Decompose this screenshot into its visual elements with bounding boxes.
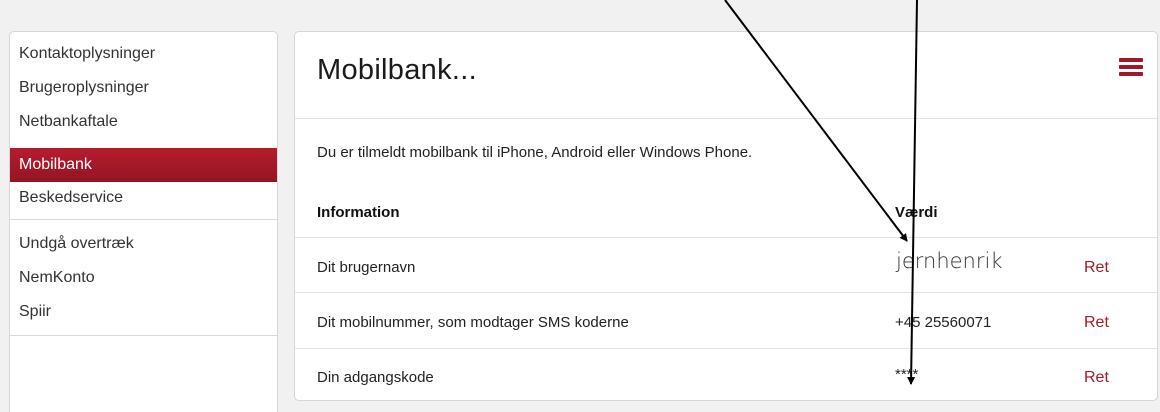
table-divider: [295, 292, 1157, 293]
table-divider: [295, 348, 1157, 349]
column-header-value: Værdi: [895, 204, 938, 221]
table-divider: [295, 237, 1157, 238]
mobilbank-panel: Mobilbank... Du er tilmeldt mobilbank ti…: [294, 31, 1158, 401]
sidebar-item-netbankaftale[interactable]: Netbankaftale: [10, 105, 277, 139]
sidebar-item-spiir[interactable]: Spiir: [10, 295, 277, 329]
sidebar-nav: Kontaktoplysninger Brugeroplysninger Net…: [9, 31, 278, 412]
sidebar-item-mobilbank[interactable]: Mobilbank: [10, 148, 277, 182]
edit-password-link[interactable]: Ret: [1084, 369, 1109, 387]
column-header-information: Information: [317, 204, 400, 221]
row-label-mobile-number: Dit mobilnummer, som modtager SMS kodern…: [317, 314, 629, 331]
row-value-password: ****: [895, 366, 919, 383]
row-label-password: Din adgangskode: [317, 369, 434, 386]
page-title: Mobilbank...: [317, 54, 477, 86]
edit-username-link[interactable]: Ret: [1084, 259, 1109, 277]
hamburger-menu-icon[interactable]: [1119, 58, 1143, 76]
edit-mobile-number-link[interactable]: Ret: [1084, 314, 1109, 332]
row-label-username: Dit brugernavn: [317, 259, 416, 276]
row-value-username: jernhenrik: [896, 249, 1003, 273]
sidebar-item-undga-overtraek[interactable]: Undgå overtræk: [10, 227, 277, 261]
mobilbank-status-text: Du er tilmeldt mobilbank til iPhone, And…: [317, 144, 753, 161]
panel-header: Mobilbank...: [295, 32, 1157, 119]
sidebar-item-nemkonto[interactable]: NemKonto: [10, 261, 277, 295]
sidebar-divider: [10, 335, 277, 336]
sidebar-item-kontaktoplysninger[interactable]: Kontaktoplysninger: [10, 37, 277, 71]
sidebar-divider: [10, 219, 277, 220]
sidebar-item-brugeroplysninger[interactable]: Brugeroplysninger: [10, 71, 277, 105]
row-value-mobile-number: +45 25560071: [895, 314, 992, 331]
sidebar-item-beskedservice[interactable]: Beskedservice: [10, 182, 277, 214]
